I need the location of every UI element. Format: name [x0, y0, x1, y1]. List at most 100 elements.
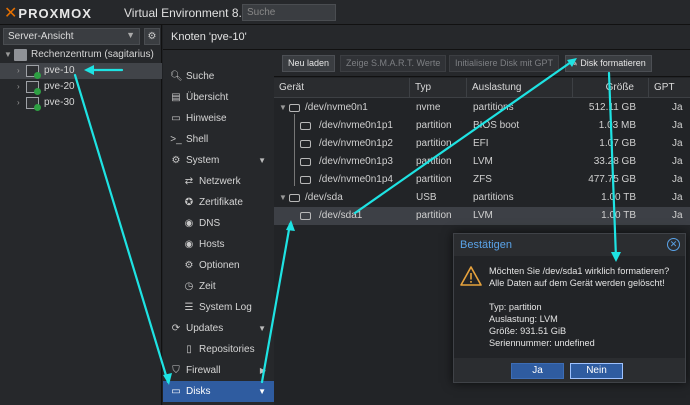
- nav-item-label: Disks: [186, 386, 211, 397]
- cell-type: partition: [416, 174, 452, 185]
- nav-item-dns[interactable]: ◉ DNS: [163, 213, 274, 234]
- column-header-usage[interactable]: Auslastung: [467, 78, 573, 98]
- network-icon: ⇄: [184, 176, 194, 187]
- nav-item-firewall[interactable]: ⛉ Firewall ▶: [163, 360, 274, 381]
- close-icon[interactable]: ✕: [667, 238, 680, 251]
- wipe-disk-button[interactable]: ✎ Disk formatieren: [565, 55, 652, 72]
- disk-icon: [300, 176, 311, 184]
- dialog-type: Typ: partition: [489, 302, 542, 312]
- datacenter-icon: [14, 49, 27, 61]
- nav-item-label: Zertifikate: [199, 197, 243, 208]
- node-online-icon: [26, 81, 41, 95]
- tree-item-node-pve-10[interactable]: › pve-10: [0, 63, 162, 79]
- cell-device: /dev/nvme0n1: [305, 102, 368, 113]
- nav-item-netzwerk[interactable]: ⇄ Netzwerk: [163, 171, 274, 192]
- page-title: Knoten 'pve-10': [163, 25, 690, 50]
- table-row[interactable]: /dev/nvme0n1p2 partition EFI 1.07 GB Ja: [274, 135, 690, 153]
- nav-item-label: Updates: [186, 323, 224, 334]
- column-header-type[interactable]: Typ: [410, 78, 467, 98]
- globe-icon: ◉: [184, 239, 194, 250]
- cell-gpt: Ja: [672, 120, 683, 131]
- cell-type: partition: [416, 138, 452, 149]
- dialog-serial: Seriennummer: undefined: [489, 338, 595, 348]
- cell-device: /dev/nvme0n1p1: [319, 120, 393, 131]
- cell-size: 512.11 GB: [588, 102, 636, 113]
- table-row[interactable]: ▼ /dev/sda USB partitions 1.00 TB Ja: [274, 189, 690, 207]
- tree-item-node-pve-20[interactable]: › pve-20: [0, 79, 162, 95]
- file-icon: ▯: [186, 344, 192, 355]
- nav-item-label: Firewall: [186, 365, 221, 376]
- nav-item-label: Übersicht: [186, 92, 229, 103]
- column-header-gpt[interactable]: GPT: [649, 78, 690, 98]
- disks-toolbar: Neu laden Zeige S.M.A.R.T. Werte Initial…: [274, 50, 690, 77]
- nav-item-zertifikate[interactable]: ✪ Zertifikate: [163, 192, 274, 213]
- tree-item-label: pve-30: [44, 97, 75, 108]
- column-header-size[interactable]: Größe: [573, 78, 649, 98]
- tree-item-node-pve-30[interactable]: › pve-30: [0, 95, 162, 111]
- disk-icon: [300, 122, 311, 130]
- expand-arrow-icon: ›: [17, 98, 20, 107]
- cell-usage: BIOS boot: [473, 120, 520, 131]
- wipe-disk-label: Disk formatieren: [580, 58, 646, 68]
- proxmox-x-icon: ✕: [4, 3, 18, 22]
- nav-item-shell[interactable]: >_ Shell: [163, 129, 274, 150]
- chevron-down-icon: ▼: [258, 324, 266, 333]
- dialog-header: Bestätigen ✕: [454, 234, 685, 256]
- nav-item-label: Shell: [186, 134, 209, 145]
- table-row-selected[interactable]: /dev/sda1 partition LVM 1.00 TB Ja: [274, 207, 690, 225]
- cell-device: /dev/nvme0n1p4: [319, 174, 393, 185]
- nav-item-optionen[interactable]: ⚙ Optionen: [163, 255, 274, 276]
- nav-item-system-log[interactable]: ☰ System Log: [163, 297, 274, 318]
- column-header-device[interactable]: Gerät: [274, 78, 410, 98]
- search-input[interactable]: Suche: [242, 4, 336, 21]
- nav-item-suche[interactable]: 🔍︎ Suche: [163, 66, 274, 87]
- confirm-no-button[interactable]: Nein: [570, 363, 623, 379]
- top-bar: ✕ PROXMOX Virtual Environment 8.2.7 Such…: [0, 0, 690, 25]
- nav-item-zeit[interactable]: ◷ Zeit: [163, 276, 274, 297]
- node-nav-menu: 🔍︎ Suche ▤ Übersicht ▭ Hinweise >_ Shell…: [163, 50, 274, 405]
- disk-icon: [300, 212, 311, 220]
- reload-button[interactable]: Neu laden: [282, 55, 336, 72]
- shield-icon: ⛉: [172, 365, 180, 376]
- nav-item-repositories[interactable]: ▯ Repositories: [163, 339, 274, 360]
- gear-icon: ⚙: [184, 260, 194, 271]
- cell-device: /dev/nvme0n1p2: [319, 138, 393, 149]
- nav-item-updates[interactable]: ⟳ Updates ▼: [163, 318, 274, 339]
- nav-item-label: System: [186, 155, 220, 166]
- notes-icon: ▭: [171, 113, 181, 124]
- tree-item-datacenter[interactable]: ▼ Rechenzentrum (sagitarius): [0, 47, 162, 63]
- nav-item-disks[interactable]: ▭ Disks ▼: [163, 381, 274, 402]
- nav-item-label: DNS: [199, 218, 221, 229]
- nav-item-label: Hosts: [199, 239, 225, 250]
- dialog-title: Bestätigen: [460, 239, 512, 251]
- view-select[interactable]: Server-Ansicht ▼: [3, 28, 140, 45]
- dialog-footer: Ja Nein: [454, 358, 685, 382]
- search-icon: 🔍︎: [170, 71, 183, 82]
- proxmox-logo[interactable]: ✕ PROXMOX: [4, 5, 92, 21]
- cell-type: partition: [416, 210, 452, 221]
- nav-item-system[interactable]: ⚙ System ▼: [163, 150, 274, 171]
- globe-icon: ◉: [184, 218, 194, 229]
- table-row[interactable]: /dev/nvme0n1p1 partition BIOS boot 1.03 …: [274, 117, 690, 135]
- nav-item-label: Netzwerk: [199, 176, 241, 187]
- table-row[interactable]: ▼ /dev/nvme0n1 nvme partitions 512.11 GB…: [274, 99, 690, 117]
- gear-icon: ⚙: [147, 31, 157, 42]
- nav-item-hinweise[interactable]: ▭ Hinweise: [163, 108, 274, 129]
- table-row[interactable]: /dev/nvme0n1p4 partition ZFS 477.75 GB J…: [274, 171, 690, 189]
- cell-gpt: Ja: [672, 102, 683, 113]
- eraser-icon: ✎: [571, 59, 578, 68]
- expand-arrow-icon: ›: [17, 66, 20, 75]
- disk-icon: ▭: [171, 386, 181, 397]
- initialize-gpt-button[interactable]: Initialisiere Disk mit GPT: [449, 55, 560, 72]
- cell-usage: EFI: [473, 138, 489, 149]
- confirm-yes-button[interactable]: Ja: [511, 363, 564, 379]
- show-smart-button[interactable]: Zeige S.M.A.R.T. Werte: [340, 55, 447, 72]
- chevron-down-icon: ▼: [126, 30, 135, 40]
- cell-type: partition: [416, 156, 452, 167]
- table-row[interactable]: /dev/nvme0n1p3 partition LVM 33.28 GB Ja: [274, 153, 690, 171]
- nav-item-hosts[interactable]: ◉ Hosts: [163, 234, 274, 255]
- disk-icon: [300, 158, 311, 166]
- cell-size: 1.00 TB: [601, 210, 636, 221]
- tree-settings-button[interactable]: ⚙: [144, 28, 160, 45]
- nav-item-uebersicht[interactable]: ▤ Übersicht: [163, 87, 274, 108]
